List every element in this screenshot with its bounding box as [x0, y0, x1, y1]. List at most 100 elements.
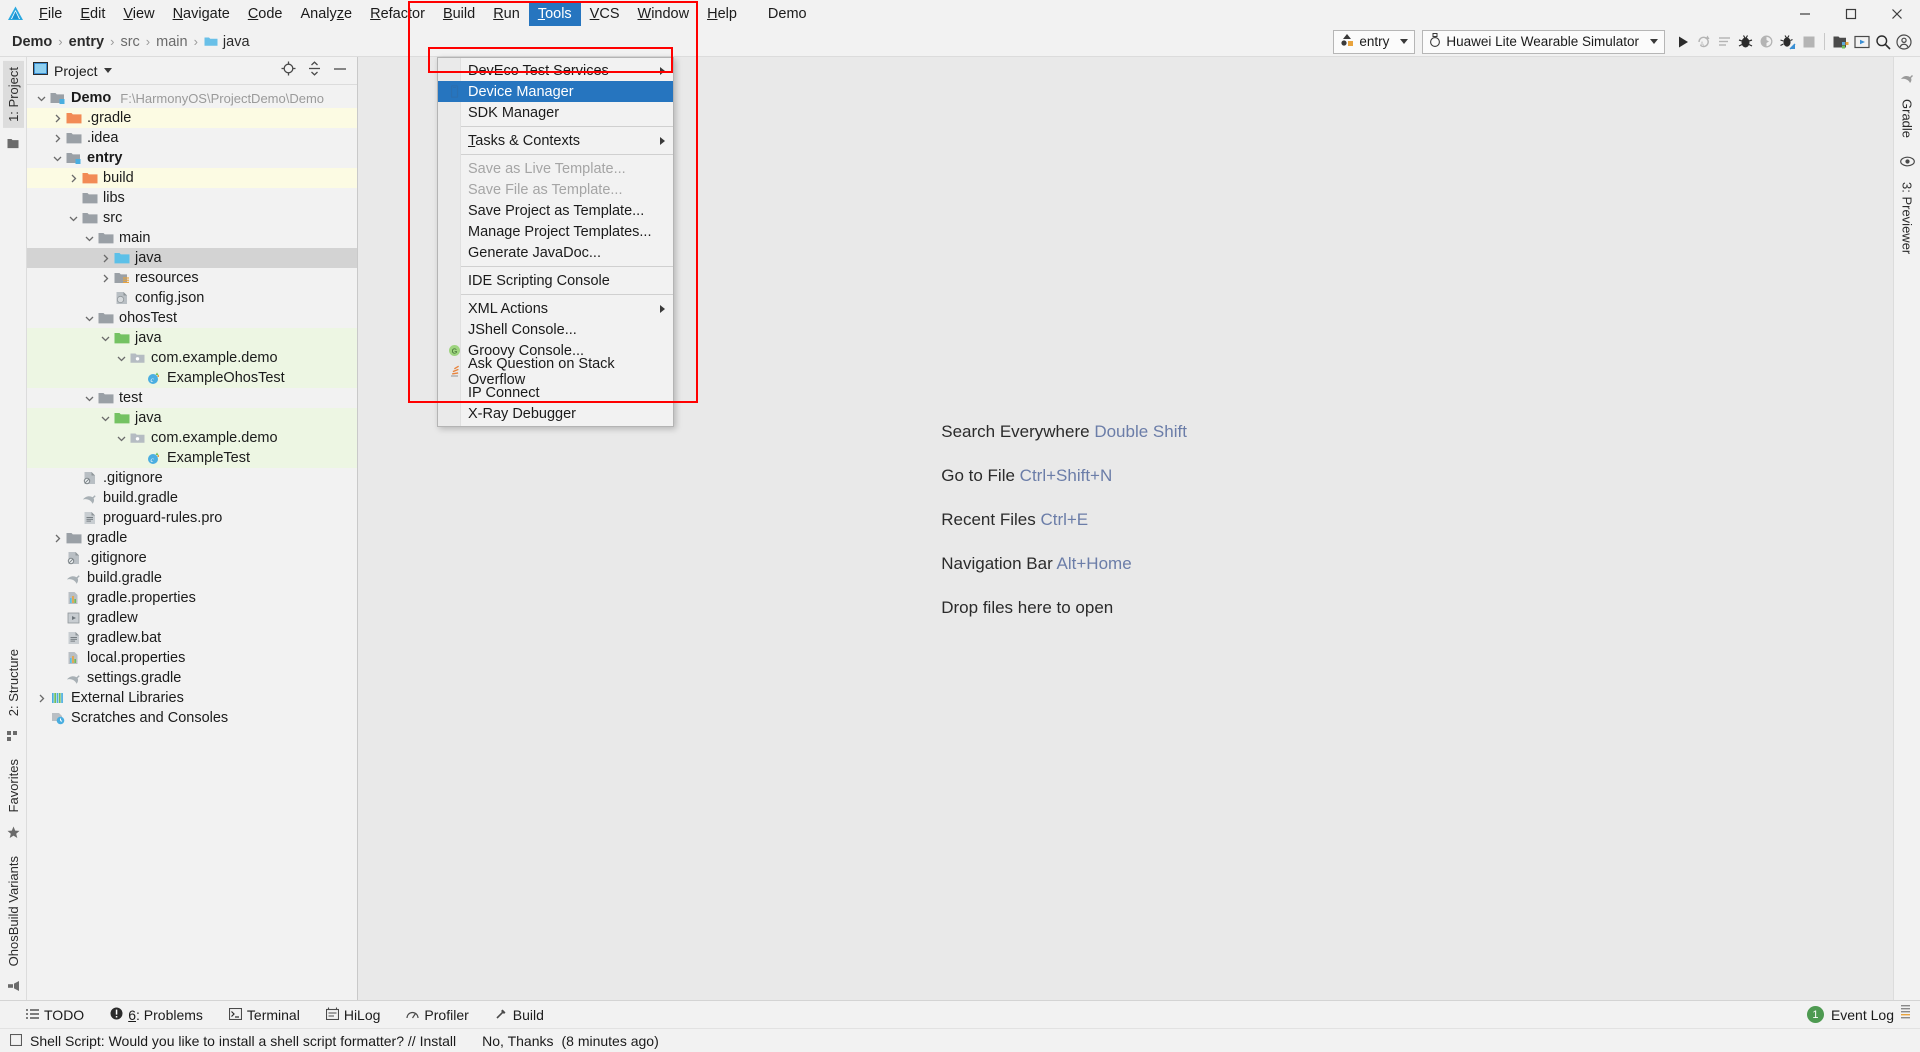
tree-row[interactable]: local.properties	[27, 648, 357, 668]
tree-row[interactable]: Scratches and Consoles	[27, 708, 357, 728]
tree-row[interactable]: gradle.properties	[27, 588, 357, 608]
menu-item-tasks-contexts[interactable]: Tasks & Contexts	[438, 130, 673, 151]
breadcrumb-item-3[interactable]: main	[153, 34, 190, 50]
menu-build[interactable]: Build	[434, 2, 484, 26]
tree-row[interactable]: proguard-rules.pro	[27, 508, 357, 528]
strip-tab-project[interactable]: 1: Project	[2, 61, 24, 128]
chevron-down-icon[interactable]	[33, 90, 49, 106]
event-log-area[interactable]: 1 Event Log	[1806, 1004, 1910, 1025]
chevron-down-icon[interactable]	[49, 150, 65, 166]
chevron-right-icon[interactable]	[97, 270, 113, 286]
tree-row[interactable]: config.json	[27, 288, 357, 308]
strip-tab-structure[interactable]: 2: Structure	[3, 643, 24, 722]
event-log-handle-icon[interactable]	[1901, 1004, 1910, 1025]
menu-item-x-ray-debugger[interactable]: X-Ray Debugger	[438, 403, 673, 424]
tree-row[interactable]: .idea	[27, 128, 357, 148]
chevron-right-icon[interactable]	[65, 170, 81, 186]
menu-code[interactable]: Code	[239, 2, 292, 26]
strip-tab-favorites[interactable]: Favorites	[3, 753, 24, 818]
breadcrumb-item-2[interactable]: src	[117, 34, 142, 50]
chevron-down-icon[interactable]	[81, 390, 97, 406]
tree-row[interactable]: .gitignore	[27, 548, 357, 568]
status-action-link[interactable]: No, Thanks	[482, 1033, 553, 1049]
chevron-down-icon[interactable]	[81, 230, 97, 246]
tools-dropdown-menu[interactable]: DevEco Test Services Device Manager SDK Ma…	[437, 57, 674, 427]
menu-tools[interactable]: Tools	[528, 1, 581, 26]
tree-row[interactable]: test	[27, 388, 357, 408]
tree-row[interactable]: resources	[27, 268, 357, 288]
tree-row[interactable]: java	[27, 248, 357, 268]
menu-item-sdk-manager[interactable]: SDK Manager	[438, 102, 673, 123]
minimize-button[interactable]	[1782, 0, 1828, 27]
tree-row[interactable]: java	[27, 328, 357, 348]
hide-panel-icon[interactable]	[333, 62, 347, 80]
close-button[interactable]	[1874, 0, 1920, 27]
menu-vcs[interactable]: VCS	[581, 2, 629, 26]
attach-debugger-button[interactable]	[1756, 30, 1777, 54]
project-view-chevron-down-icon[interactable]	[103, 68, 112, 73]
chevron-right-icon[interactable]	[49, 130, 65, 146]
breadcrumb-item-4[interactable]: java	[201, 34, 253, 50]
tree-row[interactable]: gradlew	[27, 608, 357, 628]
bottom-tab-problems[interactable]: 6: Problems	[110, 1007, 203, 1023]
project-structure-button[interactable]	[1830, 30, 1851, 54]
menu-file[interactable]: FFileile	[30, 2, 71, 26]
menu-run[interactable]: Run	[484, 2, 529, 26]
tree-row[interactable]: .gitignore	[27, 468, 357, 488]
bottom-tab-todo[interactable]: TODO	[26, 1007, 84, 1023]
debug-button[interactable]	[1735, 30, 1756, 54]
tree-row[interactable]: build.gradle	[27, 488, 357, 508]
menu-help[interactable]: Help	[698, 2, 746, 26]
bottom-tab-hilog[interactable]: HiLog	[325, 1007, 380, 1023]
bottom-tab-profiler[interactable]: Profiler	[406, 1007, 469, 1023]
tree-row[interactable]: java	[27, 408, 357, 428]
menu-window[interactable]: Window	[629, 2, 699, 26]
menu-item-xml-actions[interactable]: XML Actions	[438, 298, 673, 319]
project-tree[interactable]: Demo F:\HarmonyOS\ProjectDemo\Demo .gradle…	[27, 85, 357, 1000]
chevron-down-icon[interactable]	[97, 410, 113, 426]
menu-item-ask-question-on-stack-overflow[interactable]: Ask Question on Stack Overflow	[438, 356, 673, 388]
bottom-tab-build[interactable]: Build	[495, 1007, 544, 1023]
tree-row[interactable]: com.example.demo	[27, 348, 357, 368]
device-target-selector[interactable]: Huawei Lite Wearable Simulator	[1422, 29, 1665, 54]
menu-analyze[interactable]: Analyze	[292, 2, 362, 26]
tree-row[interactable]: External Libraries	[27, 688, 357, 708]
run-configuration-selector[interactable]: entry	[1333, 29, 1416, 54]
strip-tab-gradle[interactable]: Gradle	[1897, 93, 1918, 144]
chevron-down-icon[interactable]	[113, 350, 129, 366]
strip-tab-ohosbuild-variants[interactable]: OhosBuild Variants	[3, 850, 24, 972]
tree-row[interactable]: c ExampleTest	[27, 448, 357, 468]
profile-debug-button[interactable]	[1777, 30, 1798, 54]
menu-item-ide-scripting-console[interactable]: IDE Scripting Console	[438, 270, 673, 291]
tree-row[interactable]: com.example.demo	[27, 428, 357, 448]
chevron-down-icon[interactable]	[81, 310, 97, 326]
chevron-down-icon[interactable]	[113, 430, 129, 446]
locate-file-icon[interactable]	[281, 61, 296, 80]
previewer-button[interactable]	[1851, 30, 1872, 54]
tree-row[interactable]: .gradle	[27, 108, 357, 128]
menu-refactor[interactable]: Refactor	[361, 2, 434, 26]
account-button[interactable]	[1893, 30, 1914, 54]
tree-row[interactable]: settings.gradle	[27, 668, 357, 688]
tree-row[interactable]: main	[27, 228, 357, 248]
chevron-right-icon[interactable]	[49, 110, 65, 126]
breadcrumb-item-1[interactable]: entry	[66, 34, 107, 50]
chevron-right-icon[interactable]	[49, 530, 65, 546]
maximize-button[interactable]	[1828, 0, 1874, 27]
tree-row[interactable]: c ExampleOhosTest	[27, 368, 357, 388]
menu-item-deveco-test-services[interactable]: DevEco Test Services	[438, 60, 673, 81]
run-button[interactable]	[1672, 30, 1693, 54]
menu-edit[interactable]: Edit	[71, 2, 114, 26]
menu-item-jshell-console[interactable]: JShell Console...	[438, 319, 673, 340]
run-with-profiler-button[interactable]	[1714, 30, 1735, 54]
menu-item-manage-project-templates[interactable]: Manage Project Templates...	[438, 221, 673, 242]
stop-button[interactable]	[1798, 30, 1819, 54]
strip-tab-previewer[interactable]: 3: Previewer	[1897, 176, 1918, 260]
bottom-tab-terminal[interactable]: Terminal	[228, 1007, 300, 1023]
menu-item-device-manager[interactable]: Device Manager	[438, 81, 673, 102]
chevron-down-icon[interactable]	[97, 330, 113, 346]
tree-row[interactable]: entry	[27, 148, 357, 168]
breadcrumb-item-0[interactable]: Demo	[9, 34, 55, 50]
tree-row[interactable]: build	[27, 168, 357, 188]
tree-row[interactable]: Demo F:\HarmonyOS\ProjectDemo\Demo	[27, 88, 357, 108]
